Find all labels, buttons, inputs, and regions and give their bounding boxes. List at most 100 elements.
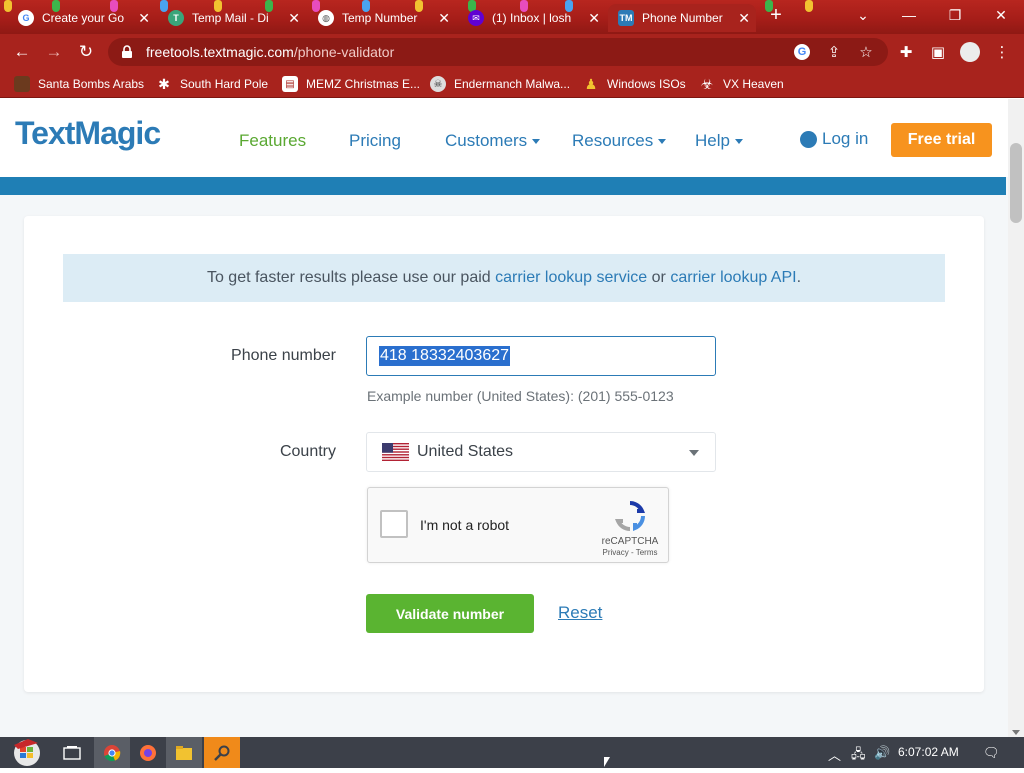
yahoo-mail-icon: ✉ — [468, 10, 484, 26]
snowflake-icon: ✱ — [158, 75, 170, 92]
page-scrollbar[interactable] — [1008, 99, 1024, 737]
bookmark-santa-bombs-arabs[interactable]: Santa Bombs Arabs — [14, 75, 144, 93]
phone-number-label: Phone number — [231, 347, 336, 364]
scrollbar-thumb[interactable] — [1010, 143, 1022, 223]
profile-avatar-icon[interactable] — [960, 42, 980, 62]
tab-yahoo-inbox[interactable]: ✉ (1) Inbox | losh ✕ — [458, 4, 606, 32]
bookmark-memz-christmas[interactable]: ▤ MEMZ Christmas E... — [282, 75, 420, 93]
dropdown-caret-icon — [689, 450, 699, 456]
close-tab-icon[interactable]: ✕ — [588, 10, 600, 26]
nav-pricing[interactable]: Pricing — [349, 131, 401, 151]
recaptcha-privacy-terms[interactable]: Privacy - Terms — [590, 548, 670, 557]
biohazard-icon: ☣ — [700, 75, 714, 92]
validator-card: To get faster results please use our pai… — [24, 216, 984, 692]
new-tab-button[interactable]: + — [760, 0, 792, 30]
tab-temp-number[interactable]: ◍ Temp Number ✕ — [308, 4, 456, 32]
user-circle-icon — [800, 130, 817, 148]
chevron-down-icon — [734, 139, 743, 145]
url-path: /phone-validator — [293, 44, 395, 60]
volume-icon[interactable]: 🔊 — [874, 745, 890, 761]
bookmark-vx-heaven[interactable]: ☣ VX Heaven — [699, 75, 784, 93]
tab-phone-number-validator[interactable]: TM Phone Number ✕ — [608, 4, 756, 32]
country-label: Country — [279, 443, 336, 460]
scroll-down-icon[interactable] — [1012, 730, 1020, 735]
lock-icon — [122, 45, 132, 58]
back-icon[interactable]: ← — [10, 40, 34, 64]
google-lens-icon[interactable]: G — [792, 42, 812, 62]
task-view-icon[interactable] — [54, 737, 90, 768]
bookmarks-bar: Santa Bombs Arabs ✱ South Hard Pole ▤ MEMZ… — [0, 70, 1024, 98]
phone-number-input[interactable]: 418 18332403627 — [366, 336, 716, 376]
share-icon[interactable]: ⇪ — [824, 42, 844, 62]
login-link[interactable]: Log in — [800, 129, 868, 149]
notifications-icon[interactable]: 🗨 — [983, 745, 1000, 761]
chevron-down-icon — [658, 139, 667, 145]
close-window-button[interactable]: ✕ — [978, 0, 1024, 30]
restore-button[interactable]: ❐ — [932, 0, 978, 30]
windows-orb-icon — [14, 739, 40, 766]
start-button[interactable] — [8, 737, 46, 768]
bookmark-south-hard-pole[interactable]: ✱ South Hard Pole — [156, 75, 268, 93]
example-number-hint: Example number (United States): (201) 55… — [367, 388, 674, 404]
taskbar-clock[interactable]: 6:07:02 AM — [898, 745, 959, 759]
search-app-taskbar-icon[interactable] — [204, 737, 240, 768]
textmagic-logo[interactable]: TextMagic — [15, 115, 161, 152]
skull-icon: ☠ — [430, 76, 446, 92]
browser-title-bar: G Create your Go ✕ T Temp Mail - Di ✕ ◍ … — [0, 0, 1024, 34]
browser-toolbar: ← → ↻ freetools.textmagic.com/phone-vali… — [0, 34, 1024, 70]
chevron-down-icon — [532, 139, 541, 145]
reset-link[interactable]: Reset — [558, 603, 602, 623]
minimize-button[interactable]: — — [886, 0, 932, 30]
textmagic-icon: TM — [618, 10, 634, 26]
recaptcha-brand: reCAPTCHA — [601, 536, 659, 547]
url-host: freetools.textmagic.com — [146, 44, 294, 60]
tab-temp-mail[interactable]: T Temp Mail - Di ✕ — [158, 4, 306, 32]
bookmark-star-icon[interactable]: ☆ — [856, 42, 876, 62]
recaptcha-label: I'm not a robot — [420, 517, 510, 533]
file-explorer-taskbar-icon[interactable] — [166, 737, 202, 768]
free-trial-button[interactable]: Free trial — [891, 123, 992, 157]
hero-band — [0, 177, 1006, 195]
extensions-icon[interactable]: ✚ — [896, 42, 916, 62]
show-hidden-icons-chevron-icon[interactable]: ︿ — [828, 745, 841, 764]
nav-customers[interactable]: Customers — [445, 131, 541, 151]
address-bar[interactable]: freetools.textmagic.com/phone-validator — [108, 38, 888, 66]
page-viewport: TextMagic Features Pricing Customers Res… — [0, 99, 1008, 737]
forward-icon[interactable]: → — [42, 40, 66, 64]
close-tab-icon[interactable]: ✕ — [138, 10, 150, 26]
tempmail-icon: T — [168, 10, 184, 26]
firefox-taskbar-icon[interactable] — [130, 737, 166, 768]
phone-number-value: 418 18332403627 — [379, 346, 511, 366]
bookmark-endermanch-malware[interactable]: ☠ Endermanch Malwa... — [430, 75, 570, 93]
tab-search-icon[interactable]: ⌄ — [840, 0, 886, 30]
close-tab-icon[interactable]: ✕ — [288, 10, 300, 26]
side-panel-icon[interactable]: ▣ — [928, 42, 948, 62]
recaptcha-widget: I'm not a robot reCAPTCHA Privacy - Term… — [367, 487, 669, 563]
us-flag-icon — [382, 443, 409, 461]
reload-icon[interactable]: ↻ — [74, 40, 98, 64]
menu-kebab-icon[interactable]: ⋮ — [992, 42, 1012, 62]
pawn-icon: ♟ — [584, 75, 598, 92]
network-icon[interactable]: 🖧 — [851, 745, 866, 767]
carrier-lookup-api-link[interactable]: carrier lookup API — [670, 269, 796, 287]
validate-number-button[interactable]: Validate number — [366, 594, 534, 633]
country-select[interactable]: United States — [366, 432, 716, 472]
windows-taskbar: ︿ 🖧 🔊 6:07:02 AM 🗨 — [0, 737, 1024, 768]
recaptcha-checkbox[interactable] — [380, 510, 408, 538]
close-tab-icon[interactable]: ✕ — [438, 10, 450, 26]
chrome-taskbar-icon[interactable] — [94, 737, 130, 768]
carrier-lookup-service-link[interactable]: carrier lookup service — [495, 269, 647, 287]
nav-features[interactable]: Features — [239, 131, 306, 151]
bookmark-windows-isos[interactable]: ♟ Windows ISOs — [583, 75, 686, 93]
google-icon: G — [18, 10, 34, 26]
tab-create-google-account[interactable]: G Create your Go ✕ — [8, 4, 156, 32]
nav-help[interactable]: Help — [695, 131, 743, 151]
globe-icon: ◍ — [318, 10, 334, 26]
window-icon: ▤ — [282, 76, 298, 92]
notice-banner: To get faster results please use our pai… — [63, 254, 945, 302]
mouse-cursor — [604, 757, 610, 767]
close-tab-icon[interactable]: ✕ — [738, 10, 750, 26]
recaptcha-logo-icon — [614, 501, 646, 532]
nav-resources[interactable]: Resources — [572, 131, 667, 151]
site-header: TextMagic Features Pricing Customers Res… — [0, 99, 1008, 177]
